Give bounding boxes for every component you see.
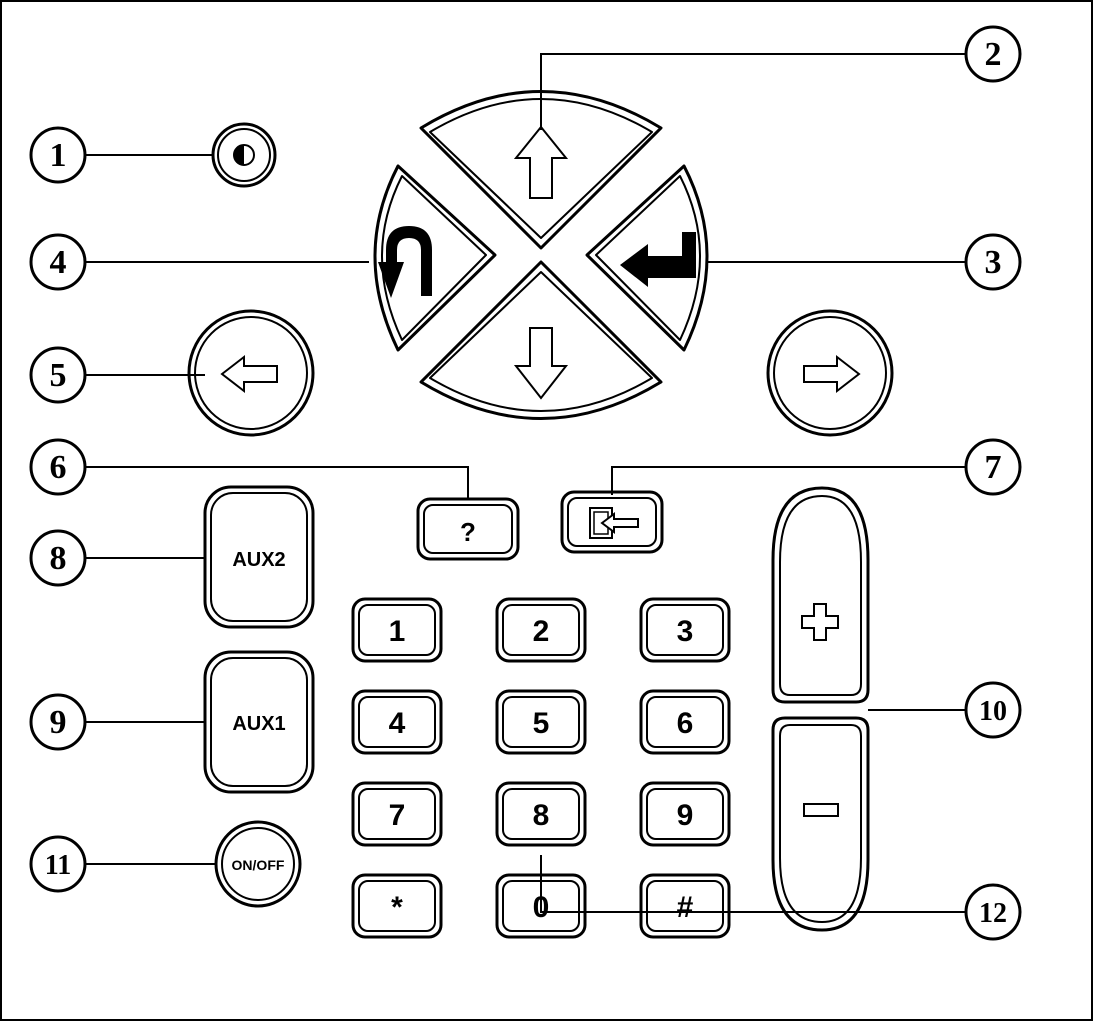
svg-text:8: 8: [50, 540, 67, 577]
contrast-icon: [233, 144, 255, 166]
key-1[interactable]: 1: [351, 597, 443, 663]
callout-4: 4: [29, 233, 87, 291]
key-6[interactable]: 6: [639, 689, 731, 755]
help-label: ?: [460, 517, 476, 547]
svg-text:3: 3: [985, 244, 1002, 281]
on-off-label: ON/OFF: [232, 857, 285, 873]
aux1-label: AUX1: [232, 713, 285, 735]
callout-6: 6: [29, 438, 87, 496]
callout-11: 11: [29, 835, 87, 893]
key-label: 4: [389, 707, 406, 740]
exit-button[interactable]: [560, 490, 664, 554]
diagram-canvas: ? AUX2 AUX1 ON/OFF 1 2 34 5 67 8 9* 0 # …: [0, 0, 1093, 1021]
callout-7: 7: [964, 438, 1022, 496]
key-label: 6: [677, 707, 694, 740]
key-label: 1: [389, 615, 406, 648]
aux2-button[interactable]: AUX2: [203, 485, 315, 629]
keypad-diagram: ? AUX2 AUX1 ON/OFF 123456789*0: [0, 0, 1093, 1021]
svg-text:2: 2: [985, 36, 1002, 73]
key-label: 5: [533, 707, 550, 740]
svg-text:1: 1: [50, 137, 67, 174]
help-button[interactable]: ?: [416, 497, 520, 561]
aux2-label: AUX2: [232, 549, 285, 571]
callout-8: 8: [29, 529, 87, 587]
key-label: 7: [389, 799, 406, 832]
svg-text:11: 11: [45, 850, 71, 881]
right-button[interactable]: [766, 309, 894, 437]
svg-text:4: 4: [50, 244, 67, 281]
key-label: *: [391, 891, 403, 924]
callout-2: 2: [964, 25, 1022, 83]
callout-12: 12: [964, 883, 1022, 941]
plus-button[interactable]: [771, 486, 870, 704]
svg-text:12: 12: [979, 898, 1007, 929]
aux1-button[interactable]: AUX1: [203, 650, 315, 794]
callout-5: 5: [29, 346, 87, 404]
svg-text:7: 7: [985, 449, 1002, 486]
left-button[interactable]: [187, 309, 315, 437]
backlight-button[interactable]: [211, 122, 277, 188]
key-label: 2: [533, 615, 550, 648]
key-label: 3: [677, 615, 694, 648]
callout-1: 1: [29, 126, 87, 184]
key-2[interactable]: 2: [495, 597, 587, 663]
key-label: 9: [677, 799, 694, 832]
key-3[interactable]: 3: [639, 597, 731, 663]
key-9[interactable]: 9: [639, 781, 731, 847]
svg-text:6: 6: [50, 449, 67, 486]
key-star[interactable]: *: [351, 873, 443, 939]
on-off-button[interactable]: ON/OFF: [214, 820, 302, 908]
key-label: 8: [533, 799, 550, 832]
key-label: #: [677, 891, 694, 924]
callout-10: 10: [964, 681, 1022, 739]
minus-button[interactable]: [771, 716, 870, 932]
callout-9: 9: [29, 693, 87, 751]
key-5[interactable]: 5: [495, 689, 587, 755]
callout-3: 3: [964, 233, 1022, 291]
key-4[interactable]: 4: [351, 689, 443, 755]
key-7[interactable]: 7: [351, 781, 443, 847]
key-hash[interactable]: #: [639, 873, 731, 939]
minus-icon: [803, 803, 839, 817]
svg-text:9: 9: [50, 704, 67, 741]
svg-text:10: 10: [979, 696, 1007, 727]
key-8[interactable]: 8: [495, 781, 587, 847]
svg-text:5: 5: [50, 357, 67, 394]
